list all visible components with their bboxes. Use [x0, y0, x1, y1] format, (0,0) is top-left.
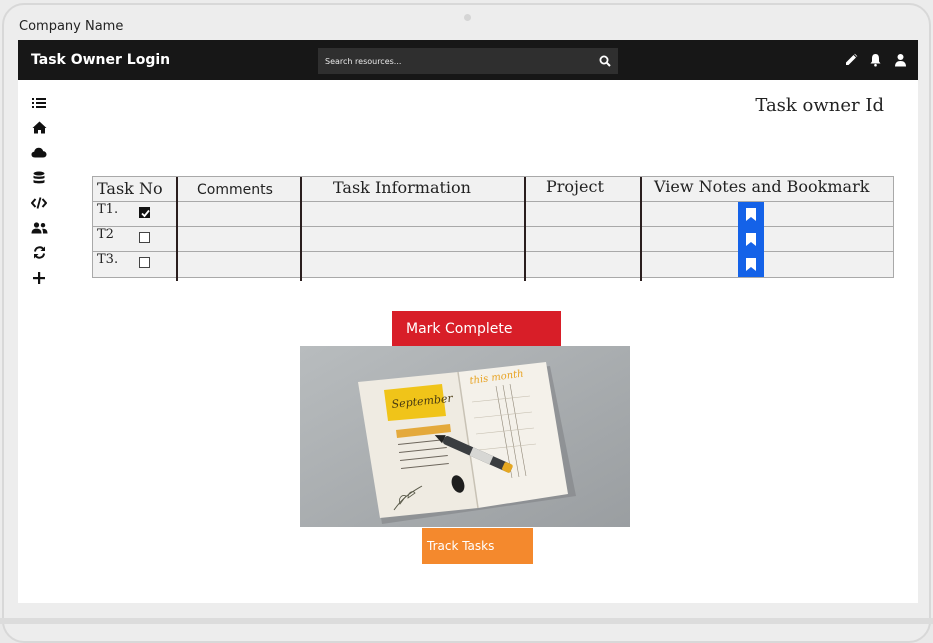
database-icon[interactable]: [28, 165, 50, 190]
app-title[interactable]: Task Owner Login: [31, 52, 170, 68]
code-icon[interactable]: [28, 190, 50, 215]
header-view-notes-bookmark: View Notes and Bookmark: [654, 177, 870, 196]
track-tasks-button[interactable]: Track Tasks: [422, 528, 533, 564]
header-project: Project: [546, 177, 604, 196]
pencil-icon[interactable]: [843, 52, 858, 67]
column-divider: [300, 177, 302, 281]
refresh-icon[interactable]: [28, 240, 50, 265]
column-divider: [176, 177, 178, 281]
search-input[interactable]: [318, 48, 588, 74]
top-icon-group: [843, 52, 908, 67]
home-icon[interactable]: [28, 115, 50, 140]
top-navbar: Task Owner Login: [18, 40, 918, 80]
header-task-information: Task Information: [333, 178, 471, 197]
bookmark-button-t2[interactable]: [738, 227, 764, 252]
app-screen: Task Owner Login Search resources... Tas…: [18, 40, 918, 603]
task-number: T3.: [97, 252, 119, 267]
planner-photo: September this month: [300, 346, 630, 527]
bell-icon[interactable]: [868, 52, 883, 67]
row-divider: [93, 201, 893, 202]
cloud-icon[interactable]: [28, 140, 50, 165]
task-table: Task No Comments Task Information Projec…: [92, 176, 894, 281]
mark-complete-button[interactable]: Mark Complete: [392, 311, 561, 347]
laptop-base: [0, 618, 933, 624]
sidebar: [28, 90, 50, 290]
task-number: T2: [97, 227, 114, 242]
plus-icon[interactable]: [28, 265, 50, 290]
bookmark-icon: [746, 208, 756, 221]
header-comments: Comments: [197, 182, 273, 198]
task-checkbox-t2[interactable]: [139, 232, 150, 243]
search-bar: [318, 48, 618, 74]
bookmark-button-t1[interactable]: [738, 202, 764, 227]
list-icon[interactable]: [28, 90, 50, 115]
task-checkbox-t1[interactable]: [139, 207, 150, 218]
task-owner-id: Task owner Id: [755, 95, 884, 116]
company-name: Company Name: [19, 19, 124, 34]
user-icon[interactable]: [893, 52, 908, 67]
search-icon[interactable]: [596, 52, 614, 70]
row-divider: [93, 226, 893, 227]
column-divider: [524, 177, 526, 281]
users-icon[interactable]: [28, 215, 50, 240]
bookmark-button-t3[interactable]: [738, 252, 764, 277]
bookmark-icon: [746, 233, 756, 246]
column-divider: [640, 177, 642, 281]
camera-dot: [464, 14, 471, 21]
task-checkbox-t3[interactable]: [139, 257, 150, 268]
row-divider: [93, 251, 893, 252]
header-task-no: Task No: [97, 179, 163, 198]
task-number: T1.: [97, 202, 119, 217]
bookmark-icon: [746, 258, 756, 271]
laptop-device: Company Name Task Owner Login Search res…: [0, 0, 933, 643]
